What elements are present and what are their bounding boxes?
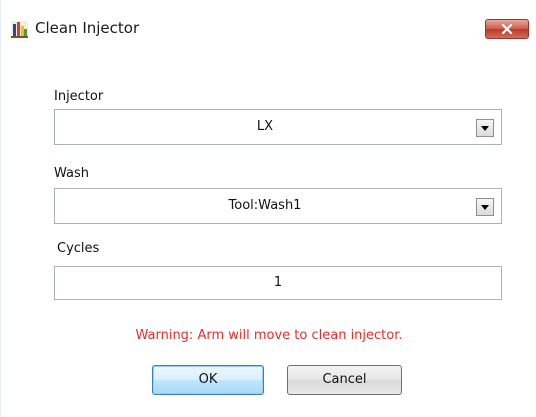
wash-dropdown-button[interactable] xyxy=(476,198,494,216)
wash-select[interactable]: Tool:Wash1 xyxy=(54,188,502,224)
cycles-input[interactable]: 1 xyxy=(54,266,502,300)
chevron-down-icon xyxy=(481,125,489,131)
clean-injector-dialog: Clean Injector Injector LX Wash Tool:Was… xyxy=(0,0,536,417)
chart-app-icon xyxy=(11,21,28,38)
injector-label: Injector xyxy=(54,89,104,104)
title-bar[interactable]: Clean Injector xyxy=(1,0,536,44)
wash-label: Wash xyxy=(54,166,90,181)
chevron-down-icon xyxy=(481,204,489,210)
close-button[interactable] xyxy=(485,19,529,39)
close-icon xyxy=(501,24,513,34)
cycles-label: Cycles xyxy=(57,241,100,256)
injector-select[interactable]: LX xyxy=(54,109,502,145)
injector-dropdown-button[interactable] xyxy=(476,119,494,137)
warning-message: Warning: Arm will move to clean injector… xyxy=(135,328,403,343)
ok-button[interactable]: OK xyxy=(152,365,264,395)
wash-value: Tool:Wash1 xyxy=(228,198,302,213)
window-title: Clean Injector xyxy=(35,19,140,37)
injector-value: LX xyxy=(256,119,274,134)
cancel-button[interactable]: Cancel xyxy=(287,365,402,395)
